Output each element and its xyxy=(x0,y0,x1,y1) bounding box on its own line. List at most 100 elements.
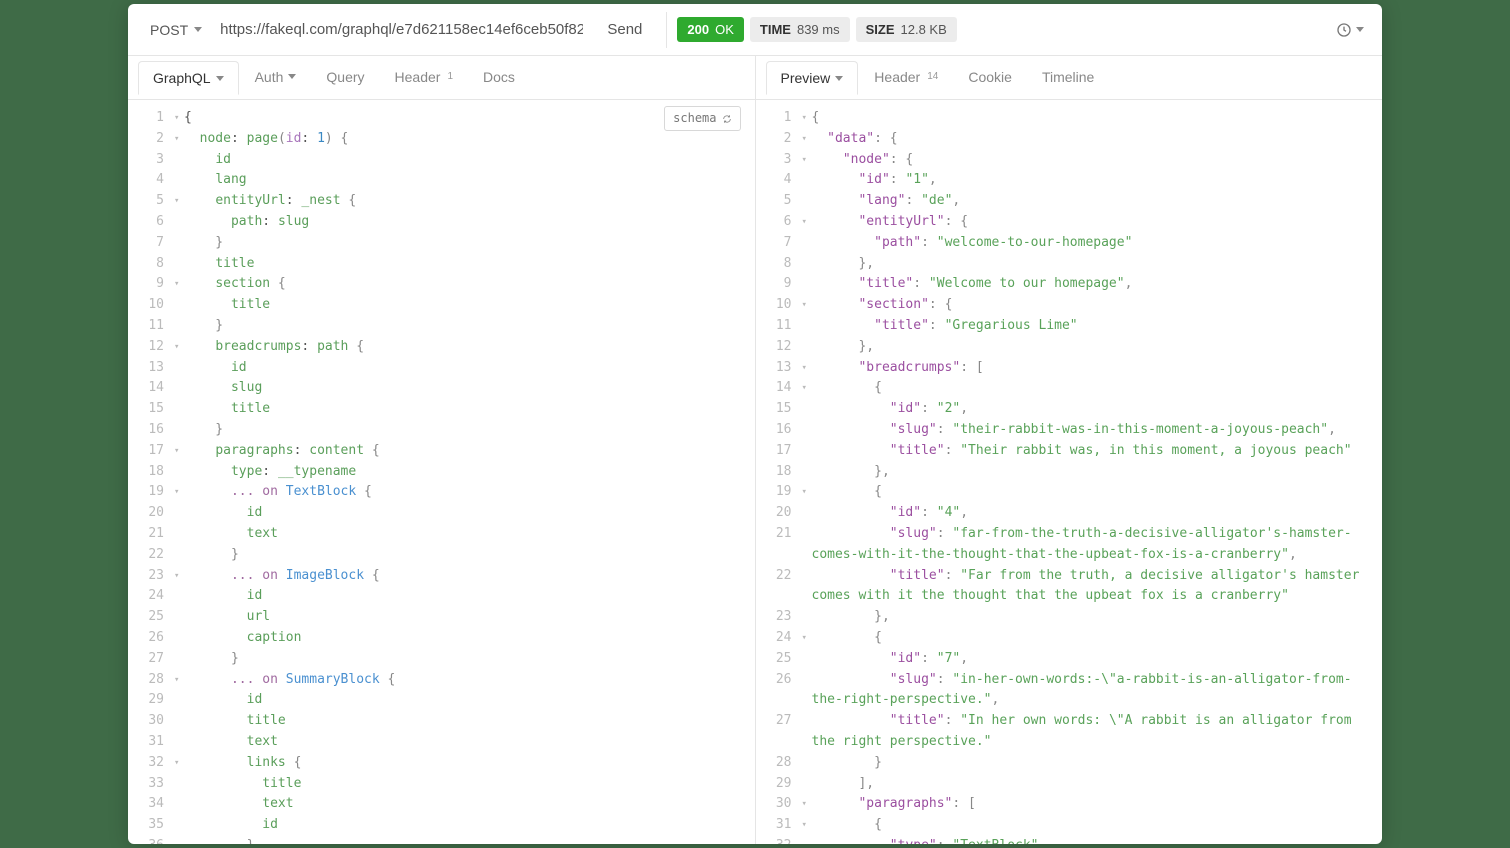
topbar: POST Send 200 OK TIME 839 ms SIZE 12.8 K… xyxy=(128,4,1382,56)
code-line: 20 id xyxy=(128,503,755,524)
code-line: 26 "slug": "in-her-own-words:-\"a-rabbit… xyxy=(756,670,1383,712)
code-line: 20 "id": "4", xyxy=(756,503,1383,524)
status-text: OK xyxy=(715,22,734,37)
clock-icon xyxy=(1336,22,1352,38)
code-line: 6▾ "entityUrl": { xyxy=(756,212,1383,233)
size-label: SIZE xyxy=(866,22,895,37)
code-line: 18 }, xyxy=(756,462,1383,483)
code-line: 4 "id": "1", xyxy=(756,170,1383,191)
code-line: 21 text xyxy=(128,524,755,545)
code-line: 29 id xyxy=(128,690,755,711)
code-line: 32 "type": "TextBlock", xyxy=(756,836,1383,844)
code-line: 36 } xyxy=(128,836,755,844)
code-line: 29 ], xyxy=(756,774,1383,795)
tab-timeline[interactable]: Timeline xyxy=(1028,61,1108,95)
chevron-down-icon xyxy=(194,27,202,32)
tab-auth[interactable]: Auth xyxy=(241,61,311,95)
code-line: 33 title xyxy=(128,774,755,795)
code-line: 24 id xyxy=(128,586,755,607)
response-viewer[interactable]: 1▾{2▾ "data": {3▾ "node": {4 "id": "1",5… xyxy=(756,100,1383,844)
code-line: 1▾{ xyxy=(128,108,755,129)
code-line: 23 }, xyxy=(756,607,1383,628)
request-subtabs: GraphQL Auth Query Header 1 Docs xyxy=(128,56,755,100)
code-line: 16 "slug": "their-rabbit-was-in-this-mom… xyxy=(756,420,1383,441)
response-subtabs: Preview Header 14 Cookie Timeline xyxy=(756,56,1383,100)
code-line: 26 caption xyxy=(128,628,755,649)
code-line: 2▾ "data": { xyxy=(756,129,1383,150)
status-badge: 200 OK xyxy=(677,17,744,42)
code-line: 13 id xyxy=(128,358,755,379)
code-line: 6 path: slug xyxy=(128,212,755,233)
chevron-down-icon xyxy=(835,76,843,81)
code-line: 3 id xyxy=(128,150,755,171)
refresh-icon xyxy=(722,114,732,124)
header-count: 14 xyxy=(927,71,938,82)
code-line: 24▾ { xyxy=(756,628,1383,649)
code-line: 17 "title": "Their rabbit was, in this m… xyxy=(756,441,1383,462)
code-line: 23▾ ... on ImageBlock { xyxy=(128,566,755,587)
code-line: 21 "slug": "far-from-the-truth-a-decisiv… xyxy=(756,524,1383,566)
tab-preview[interactable]: Preview xyxy=(766,61,859,95)
code-line: 25 url xyxy=(128,607,755,628)
code-line: 19▾ ... on TextBlock { xyxy=(128,482,755,503)
code-line: 4 lang xyxy=(128,170,755,191)
url-input[interactable] xyxy=(216,15,587,44)
http-method-label: POST xyxy=(150,22,188,38)
code-line: 12▾ breadcrumps: path { xyxy=(128,337,755,358)
chevron-down-icon xyxy=(216,76,224,81)
header-count: 1 xyxy=(447,71,453,82)
panes: GraphQL Auth Query Header 1 Docs schema xyxy=(128,56,1382,844)
code-line: 15 "id": "2", xyxy=(756,399,1383,420)
code-line: 13▾ "breadcrumps": [ xyxy=(756,358,1383,379)
size-value: 12.8 KB xyxy=(901,22,947,37)
code-line: 19▾ { xyxy=(756,482,1383,503)
time-label: TIME xyxy=(760,22,791,37)
code-line: 31▾ { xyxy=(756,815,1383,836)
code-line: 27 "title": "In her own words: \"A rabbi… xyxy=(756,711,1383,753)
code-line: 11 "title": "Gregarious Lime" xyxy=(756,316,1383,337)
code-line: 15 title xyxy=(128,399,755,420)
tab-cookie[interactable]: Cookie xyxy=(954,61,1026,95)
code-line: 18 type: __typename xyxy=(128,462,755,483)
code-line: 27 } xyxy=(128,649,755,670)
code-line: 25 "id": "7", xyxy=(756,649,1383,670)
time-value: 839 ms xyxy=(797,22,840,37)
code-line: 30▾ "paragraphs": [ xyxy=(756,794,1383,815)
code-line: 30 title xyxy=(128,711,755,732)
code-line: 7 } xyxy=(128,233,755,254)
chevron-down-icon xyxy=(1356,27,1364,32)
code-line: 31 text xyxy=(128,732,755,753)
code-line: 7 "path": "welcome-to-our-homepage" xyxy=(756,233,1383,254)
code-line: 8 title xyxy=(128,254,755,275)
code-line: 28▾ ... on SummaryBlock { xyxy=(128,670,755,691)
request-pane: GraphQL Auth Query Header 1 Docs schema xyxy=(128,56,756,844)
code-line: 2▾ node: page(id: 1) { xyxy=(128,129,755,150)
response-pane: Preview Header 14 Cookie Timeline 1▾{2▾ … xyxy=(756,56,1383,844)
code-line: 5▾ entityUrl: _nest { xyxy=(128,191,755,212)
code-line: 10▾ "section": { xyxy=(756,295,1383,316)
app-window: POST Send 200 OK TIME 839 ms SIZE 12.8 K… xyxy=(128,4,1382,844)
send-button[interactable]: Send xyxy=(593,15,656,44)
tab-query[interactable]: Query xyxy=(312,61,378,95)
divider xyxy=(666,12,667,48)
code-line: 8 }, xyxy=(756,254,1383,275)
code-line: 1▾{ xyxy=(756,108,1383,129)
code-line: 10 title xyxy=(128,295,755,316)
size-badge: SIZE 12.8 KB xyxy=(856,17,957,42)
schema-button[interactable]: schema xyxy=(664,106,740,131)
code-line: 9▾ section { xyxy=(128,274,755,295)
tab-docs[interactable]: Docs xyxy=(469,61,529,95)
code-line: 16 } xyxy=(128,420,755,441)
http-method-select[interactable]: POST xyxy=(142,16,210,44)
status-code: 200 xyxy=(687,22,709,37)
code-line: 12 }, xyxy=(756,337,1383,358)
code-line: 22 } xyxy=(128,545,755,566)
tab-graphql[interactable]: GraphQL xyxy=(138,61,239,95)
request-editor[interactable]: schema 1▾{2▾ node: page(id: 1) {3 id4 la… xyxy=(128,100,755,844)
code-line: 11 } xyxy=(128,316,755,337)
chevron-down-icon xyxy=(288,74,296,79)
code-line: 28 } xyxy=(756,753,1383,774)
tab-response-header[interactable]: Header 14 xyxy=(860,61,952,95)
tab-header[interactable]: Header 1 xyxy=(381,61,467,95)
history-button[interactable] xyxy=(1332,18,1368,42)
